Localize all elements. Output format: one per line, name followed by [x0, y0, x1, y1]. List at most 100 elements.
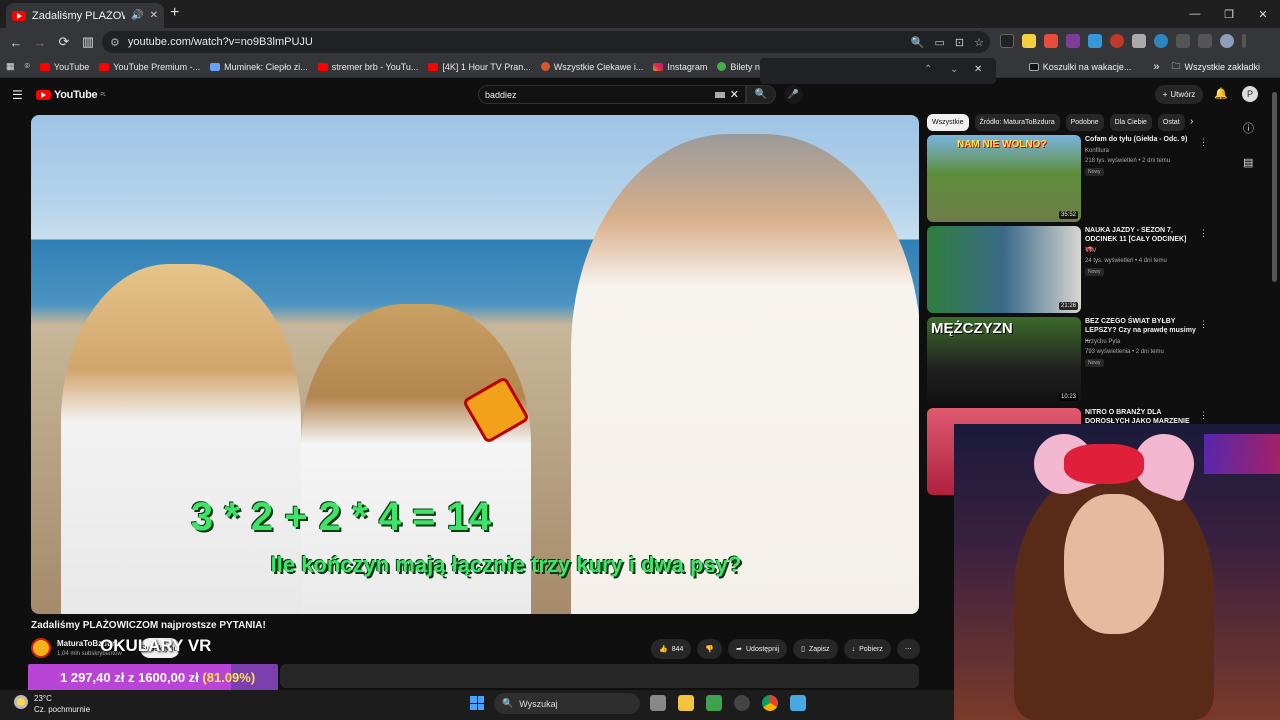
- recommendation-item[interactable]: NAM NIE WOLNO? 35:52 Cofam do tyłu (Gieł…: [927, 135, 1217, 223]
- apps-icon[interactable]: ▦: [6, 61, 15, 72]
- bookmark-item[interactable]: Wszystkie Ciekawe i...: [540, 62, 643, 72]
- description-box[interactable]: [280, 664, 919, 688]
- channel-avatar[interactable]: [31, 638, 51, 658]
- share-button[interactable]: ➦ Udostępnij: [728, 639, 788, 659]
- url-text[interactable]: youtube.com/watch?v=no9B3lmPUJU: [128, 36, 313, 48]
- extension-icon[interactable]: [1132, 34, 1146, 48]
- more-actions-button[interactable]: ⋯: [896, 639, 920, 659]
- chip-related[interactable]: Podobne: [1065, 114, 1104, 131]
- video-player[interactable]: 3 * 2 + 2 * 4 = 14 Ile kończyn mają łącz…: [31, 115, 919, 614]
- chip-recent[interactable]: Ostat: [1157, 114, 1185, 131]
- bookmark-star-icon[interactable]: ☆: [974, 36, 984, 49]
- recommendation-item[interactable]: 21:26 NAUKA JAZDY - SEZON 7, ODCINEK 11 …: [927, 226, 1217, 314]
- keyboard-icon[interactable]: [715, 92, 725, 98]
- reload-button[interactable]: ⟳: [52, 34, 76, 50]
- voice-search-button[interactable]: 🎤: [784, 85, 803, 104]
- bookmark-item[interactable]: Koszulki na wakacje...: [1028, 62, 1131, 72]
- save-button[interactable]: ▯ Zapisz: [793, 639, 838, 659]
- find-close-button[interactable]: ✕: [974, 64, 982, 75]
- bookmark-item[interactable]: [4K] 1 Hour TV Pran...: [428, 62, 531, 72]
- more-options-icon[interactable]: ⋮: [1199, 410, 1208, 421]
- address-bar[interactable]: ⚙ youtube.com/watch?v=no9B3lmPUJU 🔍 ▭ ⊡ …: [102, 31, 990, 53]
- taskbar-search[interactable]: 🔍 Wyszukaj: [494, 693, 640, 714]
- bookmarks-more-button[interactable]: »: [1153, 61, 1159, 73]
- recommendation-channel[interactable]: Konfitura: [1085, 148, 1109, 154]
- dislike-button[interactable]: 👎: [697, 639, 723, 659]
- extension-icon[interactable]: [1088, 34, 1102, 48]
- like-button[interactable]: 👍 844: [651, 639, 692, 659]
- profile-icon[interactable]: [1220, 34, 1234, 48]
- chip-source[interactable]: Źródło: MaturaToBzdura: [974, 114, 1060, 131]
- recommendation-item[interactable]: MĘŻCZYZN 10:23 BEZ CZEGO ŚWIAT BYŁBY LEP…: [927, 317, 1217, 405]
- extension-icon[interactable]: [1044, 34, 1058, 48]
- tab-close-icon[interactable]: ✕: [150, 10, 158, 21]
- tab-audio-icon[interactable]: 🔊: [131, 10, 143, 21]
- notifications-bell-icon[interactable]: 🔔: [1214, 87, 1228, 100]
- extension-icon[interactable]: [1154, 34, 1168, 48]
- bookmark-icon[interactable]: ⌾: [25, 61, 30, 72]
- chips-next-button[interactable]: ›: [1190, 116, 1193, 127]
- app-icon[interactable]: [734, 695, 750, 711]
- chrome-icon[interactable]: [762, 695, 778, 711]
- weather-text: 23°C Cz. pochmurnie: [34, 693, 90, 715]
- windows-start-icon[interactable]: [470, 696, 484, 710]
- install-icon[interactable]: ⊡: [955, 36, 964, 49]
- more-options-icon[interactable]: ⋮: [1199, 137, 1208, 148]
- cast-icon[interactable]: ▭: [935, 36, 945, 49]
- new-tab-button[interactable]: +: [170, 4, 179, 22]
- recommendation-channel[interactable]: Krzychu Pyta: [1085, 339, 1120, 345]
- weather-widget[interactable]: 23°C Cz. pochmurnie: [14, 693, 90, 715]
- find-next-button[interactable]: ⌄: [950, 64, 958, 75]
- youtube-icon: [428, 62, 439, 71]
- bookmark-item[interactable]: YouTube Premium -...: [99, 62, 200, 72]
- bookmark-item[interactable]: YouTube: [39, 62, 89, 72]
- chat-icon[interactable]: ▤: [1243, 156, 1254, 169]
- site-info-icon[interactable]: ⚙: [110, 36, 120, 49]
- scrollbar[interactable]: [1272, 92, 1277, 282]
- find-prev-button[interactable]: ⌃: [924, 64, 932, 75]
- chip-all[interactable]: Wszystkie: [927, 114, 969, 131]
- back-button[interactable]: ←: [4, 35, 28, 50]
- file-explorer-icon[interactable]: [678, 695, 694, 711]
- info-icon[interactable]: ⓘ: [1243, 120, 1254, 136]
- search-input[interactable]: baddiez ✕: [478, 85, 746, 104]
- avatar[interactable]: P: [1242, 86, 1258, 102]
- search-button[interactable]: 🔍: [746, 85, 776, 104]
- close-window-button[interactable]: ✕: [1246, 0, 1280, 28]
- browser-tab-active[interactable]: Zadaliśmy PLAŻOWICZOM 🔊 ✕: [6, 3, 164, 28]
- search-value[interactable]: baddiez: [485, 90, 517, 100]
- maximize-button[interactable]: ❐: [1212, 0, 1246, 28]
- puzzle-icon[interactable]: [1176, 34, 1190, 48]
- kebab-menu-icon[interactable]: [1242, 34, 1246, 48]
- extension-icon[interactable]: [1110, 34, 1124, 48]
- minimize-button[interactable]: —: [1178, 0, 1212, 28]
- more-options-icon[interactable]: ⋮: [1199, 319, 1208, 330]
- chip-for-you[interactable]: Dla Ciebie: [1109, 114, 1152, 131]
- bookmark-item[interactable]: Instagram: [653, 62, 707, 72]
- search-clear-button[interactable]: ✕: [730, 88, 739, 101]
- recommendation-thumbnail[interactable]: NAM NIE WOLNO? 35:52: [927, 135, 1081, 222]
- all-bookmarks-button[interactable]: 🗀 Wszystkie zakładki: [1171, 59, 1260, 75]
- extension-icon[interactable]: [1000, 34, 1014, 48]
- download-button[interactable]: ↓ Pobierz: [843, 639, 891, 659]
- task-view-icon[interactable]: [650, 695, 666, 711]
- notepad-icon[interactable]: [790, 695, 806, 711]
- recommendation-channel[interactable]: TTV: [1085, 248, 1096, 254]
- zoom-icon[interactable]: 🔍: [911, 36, 925, 49]
- recommendation-thumbnail[interactable]: 21:26: [927, 226, 1081, 313]
- extension-icon[interactable]: [1022, 34, 1036, 48]
- bookmark-item[interactable]: Muminek: Ciepło zi...: [210, 62, 308, 72]
- queue-icon[interactable]: [1198, 34, 1212, 48]
- bookmark-item[interactable]: stremer brb - YouTu...: [317, 62, 418, 72]
- create-button[interactable]: + Utwórz: [1155, 85, 1203, 104]
- recommendation-title[interactable]: NAUKA JAZDY - SEZON 7, ODCINEK 11 [CAŁY …: [1085, 226, 1197, 253]
- recommendation-title[interactable]: Cofam do tyłu (Giełda - Odc. 9): [1085, 135, 1197, 144]
- hamburger-menu-icon[interactable]: ☰: [12, 88, 23, 102]
- sidepanel-icon[interactable]: ▥: [76, 34, 100, 50]
- recommendation-thumbnail[interactable]: MĘŻCZYZN 10:23: [927, 317, 1081, 404]
- youtube-logo[interactable]: YouTube PL: [36, 89, 106, 101]
- extension-icon[interactable]: [1066, 34, 1080, 48]
- store-icon[interactable]: [706, 695, 722, 711]
- more-options-icon[interactable]: ⋮: [1199, 228, 1208, 239]
- forward-button[interactable]: →: [28, 35, 52, 50]
